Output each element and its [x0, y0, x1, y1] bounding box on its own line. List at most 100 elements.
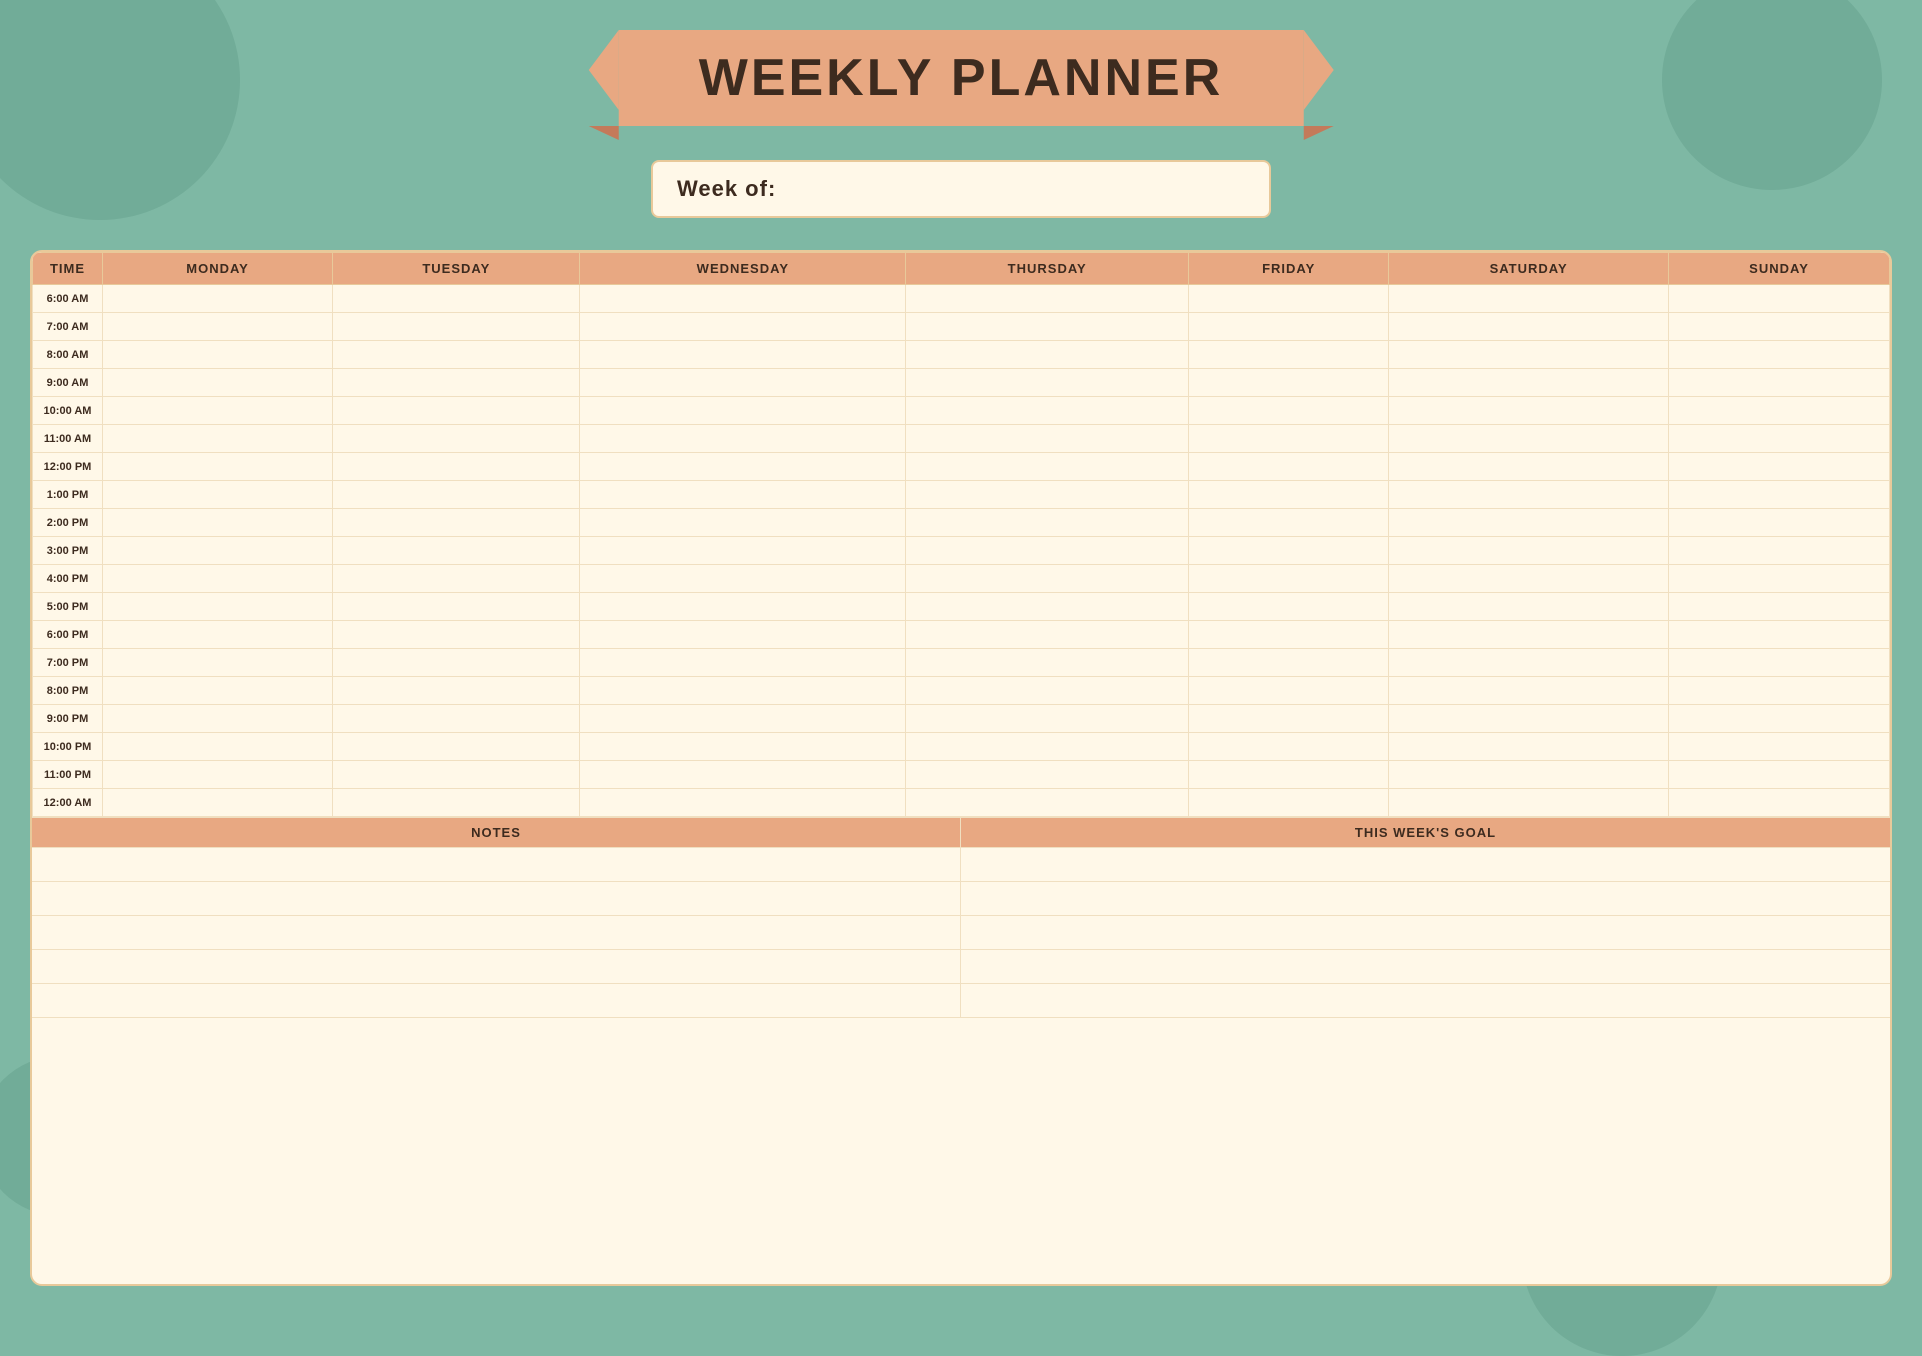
schedule-cell[interactable]: [906, 341, 1189, 369]
schedule-cell[interactable]: [580, 537, 906, 565]
notes-line-5[interactable]: [32, 984, 960, 1018]
schedule-cell[interactable]: [333, 705, 580, 733]
schedule-cell[interactable]: [1389, 649, 1669, 677]
schedule-cell[interactable]: [103, 341, 333, 369]
schedule-cell[interactable]: [580, 397, 906, 425]
schedule-cell[interactable]: [906, 481, 1189, 509]
schedule-cell[interactable]: [103, 453, 333, 481]
goals-line-3[interactable]: [961, 916, 1890, 950]
schedule-cell[interactable]: [333, 733, 580, 761]
schedule-cell[interactable]: [906, 761, 1189, 789]
schedule-cell[interactable]: [1189, 481, 1389, 509]
goals-line-4[interactable]: [961, 950, 1890, 984]
schedule-cell[interactable]: [103, 677, 333, 705]
notes-line-3[interactable]: [32, 916, 960, 950]
week-of-box[interactable]: Week of:: [651, 160, 1271, 218]
schedule-cell[interactable]: [906, 649, 1189, 677]
schedule-cell[interactable]: [103, 649, 333, 677]
schedule-cell[interactable]: [906, 453, 1189, 481]
schedule-cell[interactable]: [906, 789, 1189, 817]
schedule-cell[interactable]: [333, 565, 580, 593]
schedule-cell[interactable]: [580, 285, 906, 313]
schedule-cell[interactable]: [1389, 341, 1669, 369]
schedule-cell[interactable]: [1189, 369, 1389, 397]
schedule-cell[interactable]: [580, 509, 906, 537]
schedule-cell[interactable]: [1189, 425, 1389, 453]
schedule-cell[interactable]: [1189, 397, 1389, 425]
schedule-cell[interactable]: [333, 425, 580, 453]
schedule-cell[interactable]: [1389, 453, 1669, 481]
schedule-cell[interactable]: [1189, 313, 1389, 341]
schedule-cell[interactable]: [1669, 369, 1890, 397]
schedule-cell[interactable]: [103, 733, 333, 761]
schedule-cell[interactable]: [580, 621, 906, 649]
schedule-cell[interactable]: [1669, 705, 1890, 733]
schedule-cell[interactable]: [1669, 453, 1890, 481]
schedule-cell[interactable]: [1189, 677, 1389, 705]
schedule-cell[interactable]: [906, 369, 1189, 397]
schedule-cell[interactable]: [1669, 285, 1890, 313]
notes-line-4[interactable]: [32, 950, 960, 984]
schedule-cell[interactable]: [333, 453, 580, 481]
schedule-cell[interactable]: [1389, 369, 1669, 397]
schedule-cell[interactable]: [906, 705, 1189, 733]
schedule-cell[interactable]: [1189, 565, 1389, 593]
schedule-cell[interactable]: [580, 565, 906, 593]
schedule-cell[interactable]: [906, 509, 1189, 537]
schedule-cell[interactable]: [1669, 677, 1890, 705]
schedule-cell[interactable]: [580, 425, 906, 453]
schedule-cell[interactable]: [1189, 621, 1389, 649]
schedule-cell[interactable]: [1189, 705, 1389, 733]
schedule-cell[interactable]: [1189, 733, 1389, 761]
schedule-cell[interactable]: [1189, 285, 1389, 313]
schedule-cell[interactable]: [103, 565, 333, 593]
schedule-cell[interactable]: [1389, 621, 1669, 649]
notes-line-2[interactable]: [32, 882, 960, 916]
schedule-cell[interactable]: [1669, 397, 1890, 425]
schedule-cell[interactable]: [1189, 761, 1389, 789]
schedule-cell[interactable]: [1669, 481, 1890, 509]
goals-line-2[interactable]: [961, 882, 1890, 916]
schedule-cell[interactable]: [333, 649, 580, 677]
schedule-cell[interactable]: [1389, 789, 1669, 817]
schedule-cell[interactable]: [333, 397, 580, 425]
schedule-cell[interactable]: [580, 733, 906, 761]
schedule-cell[interactable]: [1389, 537, 1669, 565]
schedule-cell[interactable]: [1189, 509, 1389, 537]
schedule-cell[interactable]: [1669, 313, 1890, 341]
schedule-cell[interactable]: [906, 677, 1189, 705]
schedule-cell[interactable]: [1189, 453, 1389, 481]
schedule-cell[interactable]: [906, 313, 1189, 341]
schedule-cell[interactable]: [103, 369, 333, 397]
schedule-cell[interactable]: [333, 789, 580, 817]
schedule-cell[interactable]: [333, 481, 580, 509]
schedule-cell[interactable]: [580, 369, 906, 397]
schedule-cell[interactable]: [580, 593, 906, 621]
schedule-cell[interactable]: [103, 761, 333, 789]
schedule-cell[interactable]: [1189, 341, 1389, 369]
schedule-cell[interactable]: [103, 425, 333, 453]
schedule-cell[interactable]: [1669, 425, 1890, 453]
schedule-cell[interactable]: [103, 285, 333, 313]
schedule-cell[interactable]: [1189, 537, 1389, 565]
schedule-cell[interactable]: [1389, 705, 1669, 733]
schedule-cell[interactable]: [103, 313, 333, 341]
schedule-cell[interactable]: [333, 285, 580, 313]
schedule-cell[interactable]: [906, 425, 1189, 453]
schedule-cell[interactable]: [1669, 621, 1890, 649]
schedule-cell[interactable]: [906, 537, 1189, 565]
schedule-cell[interactable]: [1669, 341, 1890, 369]
schedule-cell[interactable]: [1389, 761, 1669, 789]
schedule-cell[interactable]: [906, 285, 1189, 313]
schedule-cell[interactable]: [1389, 285, 1669, 313]
schedule-cell[interactable]: [333, 621, 580, 649]
schedule-cell[interactable]: [103, 593, 333, 621]
schedule-cell[interactable]: [103, 789, 333, 817]
schedule-cell[interactable]: [333, 509, 580, 537]
schedule-cell[interactable]: [103, 705, 333, 733]
schedule-cell[interactable]: [1389, 313, 1669, 341]
schedule-cell[interactable]: [1669, 649, 1890, 677]
schedule-cell[interactable]: [1389, 509, 1669, 537]
schedule-cell[interactable]: [1189, 593, 1389, 621]
schedule-cell[interactable]: [906, 621, 1189, 649]
